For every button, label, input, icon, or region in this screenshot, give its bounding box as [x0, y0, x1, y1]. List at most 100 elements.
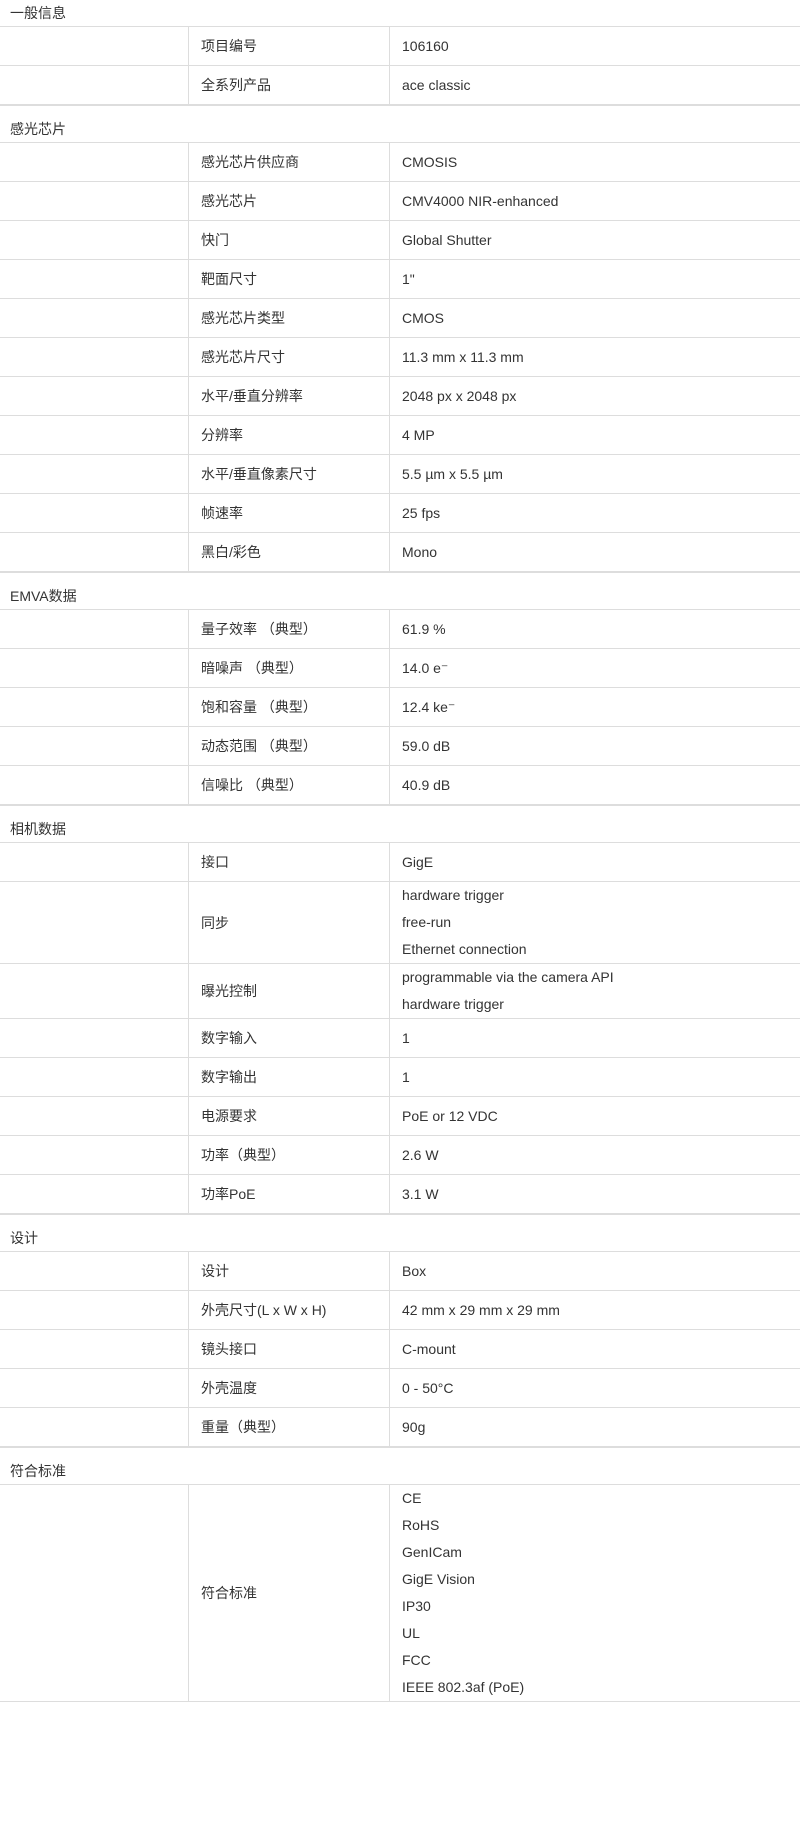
spec-value: 59.0 dB: [402, 738, 451, 754]
spec-value: PoE or 12 VDC: [402, 1108, 498, 1124]
spec-label: 同步: [188, 881, 390, 964]
spec-label: 水平/垂直像素尺寸: [188, 454, 390, 494]
row-spacer-cell: [0, 376, 189, 416]
spec-label: 黑白/彩色: [188, 532, 390, 572]
spec-value-cell: CE RoHS GenICam GigE Vision IP30 UL FCC IEEE 80…: [389, 1484, 800, 1702]
table-row: 感光芯片供应商 CMOSIS: [0, 142, 800, 182]
spec-value: CMV4000 NIR-enhanced: [402, 193, 559, 209]
spec-value-cell: 2.6 W: [389, 1135, 800, 1175]
spec-value: C-mount: [402, 1341, 456, 1357]
table-row: 暗噪声 （典型） 14.0 e⁻: [0, 648, 800, 688]
spec-value: 14.0 e⁻: [402, 659, 449, 676]
spec-value: IEEE 802.3af (PoE): [402, 1679, 525, 1695]
spec-value: 12.4 ke⁻: [402, 698, 456, 715]
spec-section: 相机数据 接口 GigE 同步 hardware trigger free-run Ethe…: [0, 816, 800, 1214]
spec-value: 90g: [402, 1419, 426, 1435]
spec-value: Ethernet connection: [402, 941, 527, 957]
spec-value: 2.6 W: [402, 1147, 439, 1163]
table-row: 设计 Box: [0, 1251, 800, 1291]
spec-label: 外壳温度: [188, 1368, 390, 1408]
spec-value: 11.3 mm x 11.3 mm: [402, 349, 524, 365]
table-row: 数字输入 1: [0, 1018, 800, 1058]
row-spacer-cell: [0, 1057, 189, 1097]
spec-value-cell: 106160: [389, 26, 800, 66]
table-row: 感光芯片 CMV4000 NIR-enhanced: [0, 181, 800, 221]
table-row: 曝光控制 programmable via the camera API hardw…: [0, 963, 800, 1019]
spec-value: 40.9 dB: [402, 777, 451, 793]
spec-value: 1: [402, 1030, 410, 1046]
spec-value: CE: [402, 1490, 422, 1506]
spec-section: EMVA数据 量子效率 （典型） 61.9 % 暗噪声 （典型） 14.0 e⁻ 饱和容量…: [0, 583, 800, 805]
section-divider: [0, 572, 800, 583]
table-row: 量子效率 （典型） 61.9 %: [0, 609, 800, 649]
spec-value-cell: C-mount: [389, 1329, 800, 1369]
section-divider: [0, 805, 800, 816]
spec-label: 分辨率: [188, 415, 390, 455]
spec-value: GigE: [402, 854, 434, 870]
spec-value: 106160: [402, 38, 449, 54]
spec-label: 量子效率 （典型）: [188, 609, 390, 649]
row-spacer-cell: [0, 765, 189, 805]
table-row: 数字输出 1: [0, 1057, 800, 1097]
section-title: 感光芯片: [0, 116, 800, 142]
spec-value: 4 MP: [402, 427, 435, 443]
spec-label: 感光芯片尺寸: [188, 337, 390, 377]
spec-value: FCC: [402, 1652, 431, 1668]
spec-value: GenICam: [402, 1544, 462, 1560]
spec-value-cell: PoE or 12 VDC: [389, 1096, 800, 1136]
spec-value: Box: [402, 1263, 427, 1279]
spec-value-cell: 3.1 W: [389, 1174, 800, 1214]
row-spacer-cell: [0, 1329, 189, 1369]
spec-value-cell: 90g: [389, 1407, 800, 1447]
spec-label: 动态范围 （典型）: [188, 726, 390, 766]
spec-label: 设计: [188, 1251, 390, 1291]
row-spacer-cell: [0, 1135, 189, 1175]
row-spacer-cell: [0, 1018, 189, 1058]
spec-label: 接口: [188, 842, 390, 882]
row-spacer-cell: [0, 963, 189, 1019]
spec-label: 镜头接口: [188, 1329, 390, 1369]
row-spacer-cell: [0, 181, 189, 221]
row-spacer-cell: [0, 1096, 189, 1136]
spec-value: GigE Vision: [402, 1571, 475, 1587]
table-row: 功率PoE 3.1 W: [0, 1174, 800, 1214]
spec-section: 感光芯片 感光芯片供应商 CMOSIS 感光芯片 CMV4000 NIR-enhance…: [0, 116, 800, 572]
spec-value: 61.9 %: [402, 621, 446, 637]
row-spacer-cell: [0, 1174, 189, 1214]
spec-value-cell: 14.0 e⁻: [389, 648, 800, 688]
spec-value: programmable via the camera API: [402, 969, 614, 985]
spec-value: 1: [402, 1069, 410, 1085]
table-row: 符合标准 CE RoHS GenICam GigE Vision IP30 UL FCC IEE…: [0, 1484, 800, 1702]
spec-value: 42 mm x 29 mm x 29 mm: [402, 1302, 560, 1318]
row-spacer-cell: [0, 609, 189, 649]
spec-value: IP30: [402, 1598, 431, 1614]
spec-value-cell: 12.4 ke⁻: [389, 687, 800, 727]
spec-value-cell: hardware trigger free-run Ethernet connect…: [389, 881, 800, 964]
row-spacer-cell: [0, 142, 189, 182]
spec-value-cell: 11.3 mm x 11.3 mm: [389, 337, 800, 377]
row-spacer-cell: [0, 726, 189, 766]
spec-value: free-run: [402, 914, 452, 930]
spec-value-cell: CMV4000 NIR-enhanced: [389, 181, 800, 221]
spec-label: 项目编号: [188, 26, 390, 66]
row-spacer-cell: [0, 532, 189, 572]
spec-value-cell: 1: [389, 1018, 800, 1058]
spec-value-cell: 61.9 %: [389, 609, 800, 649]
row-spacer-cell: [0, 1290, 189, 1330]
row-spacer-cell: [0, 220, 189, 260]
spec-value-cell: Global Shutter: [389, 220, 800, 260]
table-row: 功率（典型） 2.6 W: [0, 1135, 800, 1175]
spec-value-cell: CMOS: [389, 298, 800, 338]
table-row: 饱和容量 （典型） 12.4 ke⁻: [0, 687, 800, 727]
table-row: 水平/垂直分辨率 2048 px x 2048 px: [0, 376, 800, 416]
spec-label: 功率PoE: [188, 1174, 390, 1214]
table-row: 信噪比 （典型） 40.9 dB: [0, 765, 800, 805]
section-divider: [0, 105, 800, 116]
table-row: 外壳温度 0 - 50°C: [0, 1368, 800, 1408]
table-row: 重量（典型） 90g: [0, 1407, 800, 1447]
spec-label: 快门: [188, 220, 390, 260]
row-spacer-cell: [0, 337, 189, 377]
spec-table: 符合标准 CE RoHS GenICam GigE Vision IP30 UL FCC IEE…: [0, 1484, 800, 1702]
spec-label: 水平/垂直分辨率: [188, 376, 390, 416]
spec-value: RoHS: [402, 1517, 440, 1533]
